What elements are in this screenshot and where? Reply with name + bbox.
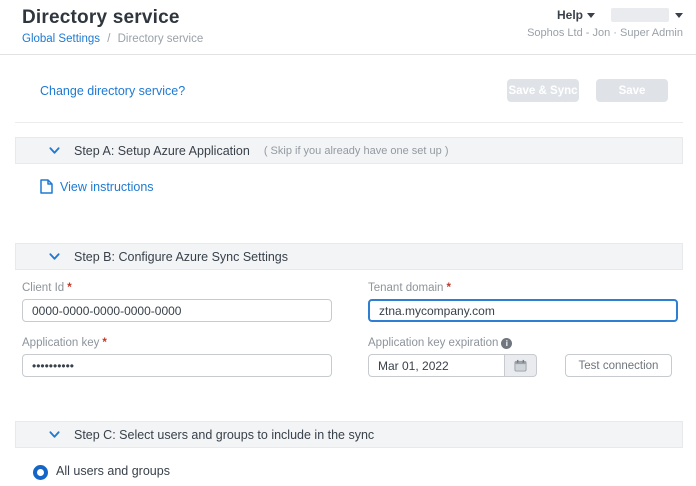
chevron-down-icon: [49, 429, 60, 440]
radio-label: All users and groups: [56, 464, 170, 478]
application-key-expiration-label: Application key expiration i: [368, 337, 678, 349]
step-a-body: View instructions: [15, 164, 683, 229]
breadcrumb-global-settings[interactable]: Global Settings: [22, 33, 100, 45]
client-id-label: Client Id *: [22, 282, 332, 294]
view-instructions-link[interactable]: View instructions: [40, 179, 154, 194]
chevron-down-icon: [587, 13, 595, 18]
step-c-title: Step C: Select users and groups to inclu…: [74, 428, 374, 442]
tenant-domain-input[interactable]: [368, 299, 678, 322]
save-and-sync-button[interactable]: Save & Sync: [507, 79, 579, 102]
action-row: Change directory service? Save & Sync Sa…: [0, 55, 696, 122]
tenant-domain-label: Tenant domain *: [368, 282, 678, 294]
application-key-field-group: Application key *: [22, 337, 332, 377]
application-key-expiration-group: Application key expiration i Test connec…: [368, 337, 678, 377]
header-right: Help Sophos Ltd - Jon · Super Admin: [527, 8, 683, 39]
required-asterisk: *: [446, 282, 450, 294]
tenant-domain-field-group: Tenant domain *: [368, 282, 678, 322]
step-b-body: Client Id * Tenant domain * Application …: [15, 270, 683, 407]
radio-all-users-and-groups[interactable]: All users and groups: [33, 464, 683, 480]
divider: [15, 122, 683, 123]
document-icon: [40, 179, 53, 194]
step-b-header[interactable]: Step B: Configure Azure Sync Settings: [15, 243, 683, 270]
calendar-button[interactable]: [505, 354, 537, 377]
radio-selected-icon[interactable]: [33, 465, 48, 480]
step-c-header[interactable]: Step C: Select users and groups to inclu…: [15, 421, 683, 448]
client-id-field-group: Client Id *: [22, 282, 332, 322]
step-c-body: All users and groups Add users by group …: [15, 448, 683, 486]
account-selector[interactable]: [611, 8, 669, 22]
step-a-hint: ( Skip if you already have one set up ): [264, 145, 449, 157]
required-asterisk: *: [102, 337, 106, 349]
info-icon: i: [501, 338, 512, 349]
expiration-date-input[interactable]: [368, 354, 505, 377]
account-info: Sophos Ltd - Jon · Super Admin: [527, 27, 683, 39]
help-label: Help: [557, 8, 583, 22]
chevron-down-icon[interactable]: [675, 13, 683, 18]
help-menu[interactable]: Help: [557, 8, 595, 22]
step-b-section: Step B: Configure Azure Sync Settings Cl…: [15, 243, 683, 407]
application-key-input[interactable]: [22, 354, 332, 377]
required-asterisk: *: [67, 282, 71, 294]
breadcrumb-current: Directory service: [118, 33, 204, 45]
save-button[interactable]: Save: [596, 79, 668, 102]
step-c-section: Step C: Select users and groups to inclu…: [15, 421, 683, 486]
page-header: Directory service Global Settings / Dire…: [0, 0, 696, 55]
step-a-header[interactable]: Step A: Setup Azure Application ( Skip i…: [15, 137, 683, 164]
step-a-title: Step A: Setup Azure Application: [74, 144, 250, 158]
step-a-section: Step A: Setup Azure Application ( Skip i…: [15, 137, 683, 229]
calendar-icon: [514, 359, 527, 372]
step-b-title: Step B: Configure Azure Sync Settings: [74, 250, 288, 264]
test-connection-button[interactable]: Test connection: [565, 354, 672, 377]
breadcrumb-separator: /: [107, 33, 110, 45]
client-id-input[interactable]: [22, 299, 332, 322]
chevron-down-icon: [49, 251, 60, 262]
application-key-label: Application key *: [22, 337, 332, 349]
view-instructions-label: View instructions: [60, 180, 154, 194]
save-button-group: Save & Sync Save: [507, 79, 668, 102]
chevron-down-icon: [49, 145, 60, 156]
change-directory-service-link[interactable]: Change directory service?: [40, 84, 185, 98]
